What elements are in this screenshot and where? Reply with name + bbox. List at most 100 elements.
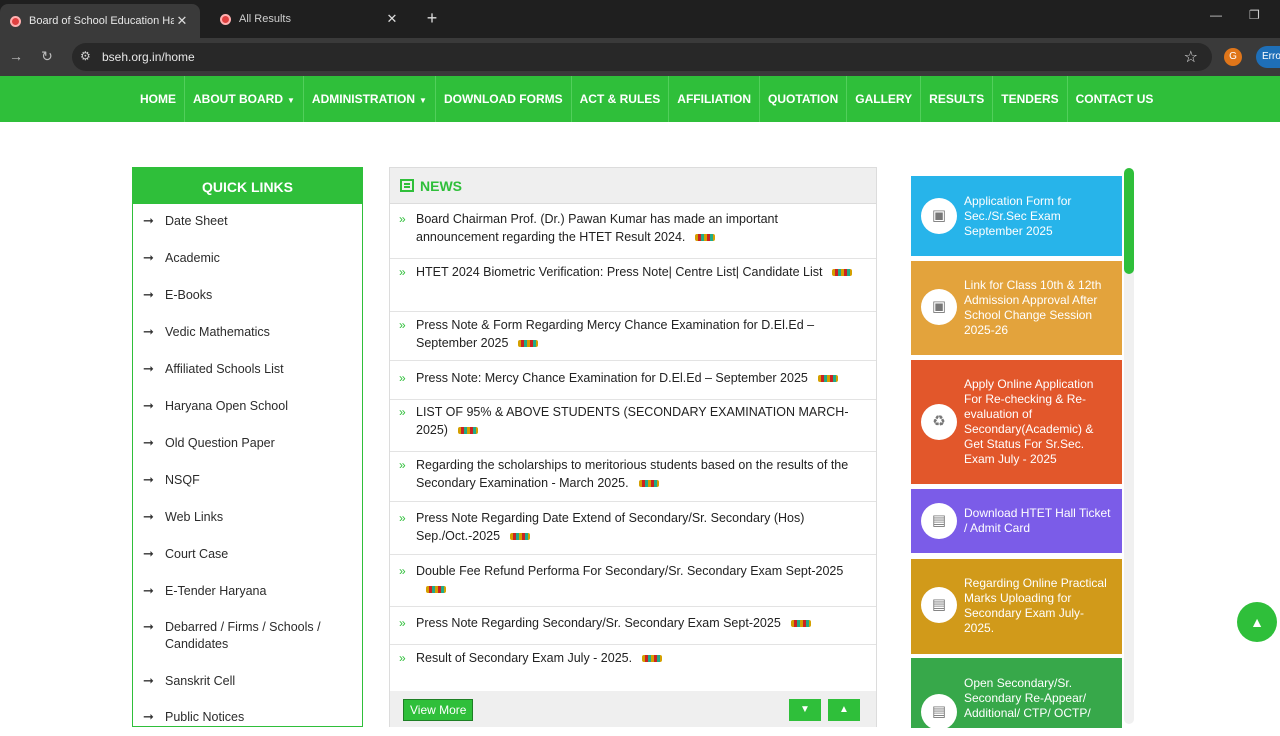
id-card-icon: ▤ bbox=[921, 503, 957, 539]
arrow-right-icon: ➞ bbox=[143, 435, 154, 450]
nav-contact-us[interactable]: CONTACT US bbox=[1068, 76, 1162, 122]
view-more-button[interactable]: View More bbox=[403, 699, 474, 721]
nav-quotation[interactable]: QUOTATION bbox=[760, 76, 848, 122]
back-to-top-button[interactable]: ▲ bbox=[1237, 602, 1277, 642]
quick-link-old-question-paper[interactable]: ➞ Old Question Paper bbox=[133, 435, 362, 452]
browser-tab-results[interactable]: All Results ✕ bbox=[210, 4, 410, 34]
news-item[interactable]: » Result of Secondary Exam July - 2025. bbox=[390, 650, 876, 680]
new-badge-icon bbox=[638, 479, 659, 487]
nav-label: GALLERY bbox=[855, 92, 913, 106]
news-item[interactable]: » Double Fee Refund Performa For Secondar… bbox=[390, 563, 876, 607]
news-item[interactable]: » Press Note Regarding Date Extend of Sec… bbox=[390, 510, 876, 555]
quick-link-label: Web Links bbox=[165, 510, 224, 524]
quick-link-public-notices[interactable]: ➞ Public Notices bbox=[133, 709, 362, 726]
omnibox[interactable]: ⚙ bseh.org.in/home ☆ bbox=[72, 43, 1212, 71]
quick-link-e-tender[interactable]: ➞ E-Tender Haryana bbox=[133, 583, 362, 600]
quick-link-label: Affiliated Schools List bbox=[165, 362, 284, 376]
restore-icon[interactable]: ❐ bbox=[1249, 8, 1260, 22]
news-item[interactable]: » Press Note & Form Regarding Mercy Chanc… bbox=[390, 317, 876, 361]
quick-link-label: Old Question Paper bbox=[165, 436, 275, 450]
news-footer: View More ▼ ▲ bbox=[390, 691, 876, 727]
new-badge-icon bbox=[510, 532, 531, 540]
nav-results[interactable]: RESULTS bbox=[921, 76, 994, 122]
id-card-icon: ▤ bbox=[921, 694, 957, 730]
quick-link-affiliated-schools[interactable]: ➞ Affiliated Schools List bbox=[133, 361, 362, 378]
nav-tenders[interactable]: TENDERS bbox=[993, 76, 1068, 122]
new-badge-icon bbox=[457, 426, 478, 434]
nav-label: HOME bbox=[140, 92, 176, 106]
news-text: Press Note & Form Regarding Mercy Chance… bbox=[416, 318, 815, 350]
card-admission-approval[interactable]: ▣ Link for Class 10th & 12th Admission A… bbox=[911, 261, 1122, 355]
quick-link-label: NSQF bbox=[165, 473, 200, 487]
arrow-right-icon: ➞ bbox=[143, 709, 154, 724]
card-practical-marks[interactable]: ▤ Regarding Online Practical Marks Uploa… bbox=[911, 559, 1122, 654]
quick-link-academic[interactable]: ➞ Academic bbox=[133, 250, 362, 267]
url-text[interactable]: bseh.org.in/home bbox=[102, 50, 195, 64]
card-rechecking[interactable]: ♻ Apply Online Application For Re-checki… bbox=[911, 360, 1122, 484]
new-badge-icon bbox=[695, 233, 716, 241]
chevron-right-icon: » bbox=[399, 212, 406, 226]
forward-icon[interactable]: → bbox=[6, 48, 26, 64]
quick-link-open-school[interactable]: ➞ Haryana Open School bbox=[133, 398, 362, 415]
arrow-right-icon: ➞ bbox=[143, 673, 154, 688]
bookmark-star-icon[interactable]: ☆ bbox=[1184, 47, 1198, 67]
chevron-right-icon: » bbox=[399, 371, 406, 385]
news-text: Board Chairman Prof. (Dr.) Pawan Kumar h… bbox=[416, 212, 778, 244]
id-card-icon: ▤ bbox=[921, 587, 957, 623]
news-text: Regarding the scholarships to meritoriou… bbox=[416, 458, 849, 490]
minimize-icon[interactable]: — bbox=[1210, 8, 1222, 22]
quick-link-sanskrit-cell[interactable]: ➞ Sanskrit Cell bbox=[133, 673, 362, 690]
quick-link-label: Court Case bbox=[165, 547, 229, 561]
reload-icon[interactable]: ↻ bbox=[37, 48, 57, 65]
quick-link-web-links[interactable]: ➞ Web Links bbox=[133, 509, 362, 526]
news-item[interactable]: » Press Note: Mercy Chance Examination fo… bbox=[390, 370, 876, 400]
site-favicon-icon bbox=[220, 13, 231, 25]
quick-link-debarred[interactable]: ➞ Debarred / Firms / Schools / Candidates bbox=[133, 619, 362, 653]
news-title: NEWS bbox=[420, 177, 462, 194]
error-pill[interactable]: Erro bbox=[1256, 46, 1280, 68]
nav-administration[interactable]: ADMINISTRATION ▼ bbox=[304, 76, 436, 122]
contact-book-icon: ▣ bbox=[921, 289, 957, 325]
tab-title: Board of School Education Har bbox=[29, 15, 174, 27]
recycle-icon: ♻ bbox=[921, 404, 957, 440]
quick-link-ebooks[interactable]: ➞ E-Books bbox=[133, 287, 362, 304]
news-text: Press Note: Mercy Chance Examination for… bbox=[416, 371, 808, 385]
close-tab-icon[interactable]: ✕ bbox=[384, 11, 400, 27]
card-htet-admit-card[interactable]: ▤ Download HTET Hall Ticket / Admit Card bbox=[911, 489, 1122, 553]
quick-link-date-sheet[interactable]: ➞ Date Sheet bbox=[133, 213, 362, 230]
nav-act-rules[interactable]: ACT & RULES bbox=[572, 76, 670, 122]
news-text: HTET 2024 Biometric Verification: Press … bbox=[416, 265, 823, 279]
card-application-form[interactable]: ▣ Application Form for Sec./Sr.Sec Exam … bbox=[911, 176, 1122, 256]
card-open-secondary[interactable]: ▤ Open Secondary/Sr. Secondary Re-Appear… bbox=[911, 658, 1122, 730]
arrow-right-icon: ➞ bbox=[143, 398, 154, 413]
quick-link-label: Debarred / Firms / Schools / Candidates bbox=[165, 620, 321, 651]
browser-tab-active[interactable]: Board of School Education Har ✕ bbox=[0, 4, 200, 38]
profile-avatar[interactable]: G bbox=[1224, 48, 1242, 66]
quick-link-court-case[interactable]: ➞ Court Case bbox=[133, 546, 362, 563]
nav-home[interactable]: HOME bbox=[132, 76, 185, 122]
quick-link-label: Sanskrit Cell bbox=[165, 674, 236, 688]
arrow-right-icon: ➞ bbox=[143, 583, 154, 598]
scroll-down-button[interactable]: ▼ bbox=[789, 699, 821, 721]
nav-affiliation[interactable]: AFFILIATION bbox=[669, 76, 761, 122]
new-tab-icon[interactable]: + bbox=[422, 8, 442, 29]
quick-link-vedic-mathematics[interactable]: ➞ Vedic Mathematics bbox=[133, 324, 362, 341]
scroll-up-button[interactable]: ▲ bbox=[828, 699, 860, 721]
news-item[interactable]: » Press Note Regarding Secondary/Sr. Seco… bbox=[390, 615, 876, 645]
nav-download-forms[interactable]: DOWNLOAD FORMS bbox=[436, 76, 572, 122]
browser-tab-bar: Board of School Education Har ✕ All Resu… bbox=[0, 0, 1280, 38]
news-item[interactable]: » Regarding the scholarships to meritorio… bbox=[390, 457, 876, 502]
service-cards: ▣ Application Form for Sec./Sr.Sec Exam … bbox=[911, 176, 1123, 736]
card-text: Link for Class 10th & 12th Admission App… bbox=[964, 278, 1102, 337]
cards-scrollbar-thumb[interactable] bbox=[1124, 168, 1134, 274]
main-menu: HOME ABOUT BOARD ▼ ADMINISTRATION ▼ DOWNLO… bbox=[132, 76, 1161, 122]
nav-about-board[interactable]: ABOUT BOARD ▼ bbox=[185, 76, 304, 122]
site-info-icon[interactable]: ⚙ bbox=[80, 49, 91, 63]
close-tab-icon[interactable]: ✕ bbox=[174, 13, 190, 29]
quick-link-nsqf[interactable]: ➞ NSQF bbox=[133, 472, 362, 489]
news-item[interactable]: » HTET 2024 Biometric Verification: Press… bbox=[390, 264, 876, 312]
news-item[interactable]: » Board Chairman Prof. (Dr.) Pawan Kumar … bbox=[390, 211, 876, 259]
nav-gallery[interactable]: GALLERY bbox=[847, 76, 922, 122]
quick-link-label: E-Tender Haryana bbox=[165, 584, 267, 598]
news-item[interactable]: » LIST OF 95% & ABOVE STUDENTS (SECONDARY… bbox=[390, 404, 876, 452]
